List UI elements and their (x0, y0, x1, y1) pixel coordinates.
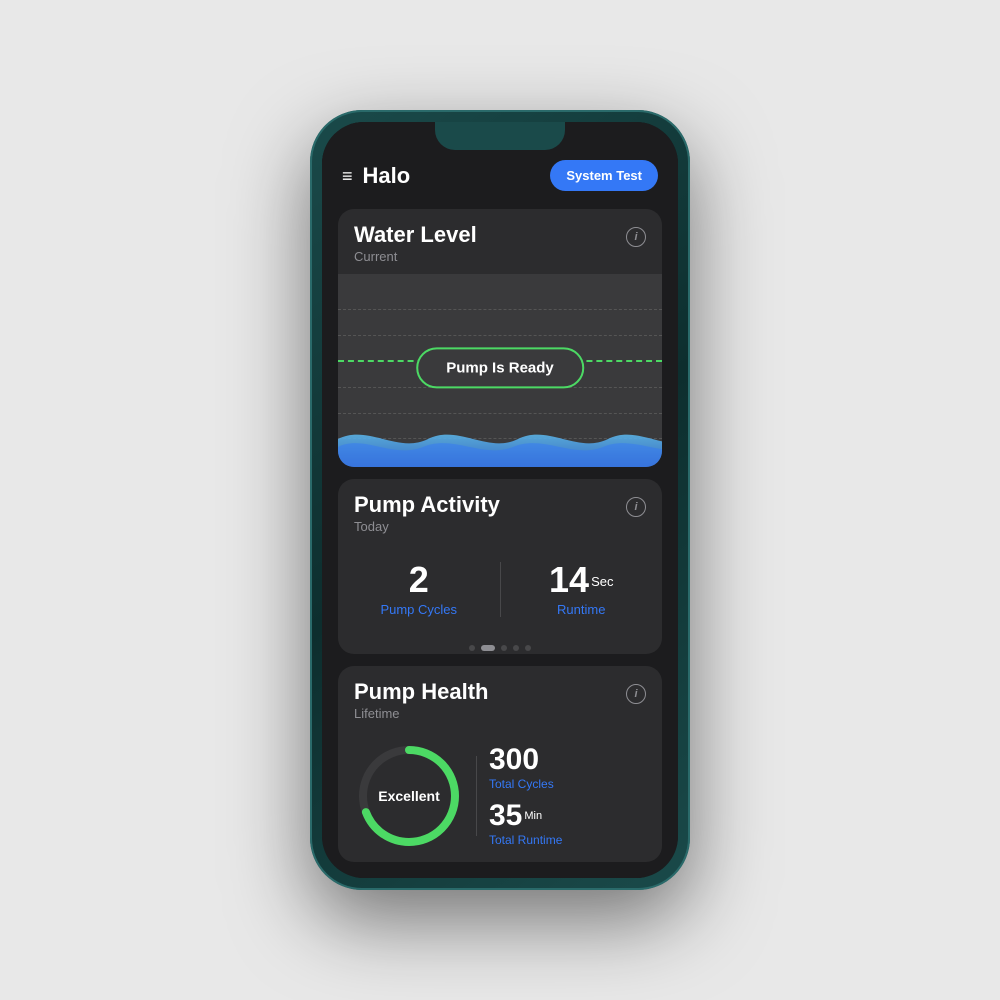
app-title: Halo (363, 163, 411, 189)
pump-activity-title: Pump Activity (354, 493, 500, 517)
dot-2-active (481, 645, 495, 651)
pump-health-content: Excellent 300 Total Cycles (338, 731, 662, 862)
pump-cycles-stat: 2 Pump Cycles (338, 554, 500, 625)
pump-cycles-label: Pump Cycles (380, 602, 457, 617)
dot-4 (513, 645, 519, 651)
dot-5 (525, 645, 531, 651)
system-test-button[interactable]: System Test (550, 160, 658, 191)
runtime-label: Runtime (557, 602, 605, 617)
total-runtime-unit: Min (524, 810, 542, 822)
pump-health-title-group: Pump Health Lifetime (354, 680, 488, 721)
total-runtime-value-row: 35Min (489, 801, 646, 831)
menu-icon[interactable]: ≡ (342, 167, 353, 185)
notch (435, 122, 565, 150)
water-level-title: Water Level (354, 223, 477, 247)
runtime-value-row: 14Sec (549, 562, 613, 598)
pump-activity-title-group: Pump Activity Today (354, 493, 500, 534)
water-level-info-icon[interactable]: i (626, 227, 646, 247)
health-divider (476, 756, 477, 836)
water-level-card: Water Level Current i (338, 209, 662, 467)
pump-activity-subtitle: Today (354, 519, 500, 534)
pump-activity-card: Pump Activity Today i 2 Pump Cycles (338, 479, 662, 654)
header-left: ≡ Halo (342, 163, 410, 189)
pump-health-title: Pump Health (354, 680, 488, 704)
dashed-line-1 (338, 309, 662, 310)
runtime-stat: 14Sec Runtime (501, 554, 663, 625)
total-runtime-stat: 35Min Total Runtime (489, 801, 646, 847)
phone-screen: ≡ Halo System Test Water Level Current i (322, 122, 678, 878)
total-cycles-value: 300 (489, 743, 539, 776)
runtime-unit: Sec (591, 574, 613, 589)
health-circle-container: Excellent (354, 741, 464, 851)
pump-health-subtitle: Lifetime (354, 706, 488, 721)
pump-health-card-header: Pump Health Lifetime i (338, 666, 662, 731)
water-wave (338, 419, 662, 467)
total-cycles-stat: 300 Total Cycles (489, 745, 646, 791)
pump-activity-card-header: Pump Activity Today i (338, 479, 662, 544)
health-stats: 300 Total Cycles 35Min Total Runtime (489, 745, 646, 847)
water-level-visual: Pump Is Ready (338, 274, 662, 467)
pagination-dots (338, 641, 662, 654)
water-level-card-header: Water Level Current i (338, 209, 662, 274)
dot-1 (469, 645, 475, 651)
dashed-line-4 (338, 413, 662, 414)
phone-frame: ≡ Halo System Test Water Level Current i (310, 110, 690, 890)
total-runtime-value: 35 (489, 799, 522, 832)
total-cycles-label: Total Cycles (489, 777, 646, 791)
screen: ≡ Halo System Test Water Level Current i (322, 122, 678, 878)
pump-activity-info-icon[interactable]: i (626, 497, 646, 517)
pump-cycles-value: 2 (409, 562, 429, 598)
runtime-value: 14 (549, 559, 589, 600)
total-cycles-value-row: 300 (489, 745, 646, 775)
water-level-title-group: Water Level Current (354, 223, 477, 264)
health-circle-label: Excellent (378, 788, 439, 804)
scroll-area: Water Level Current i (322, 201, 678, 878)
pump-health-card: Pump Health Lifetime i (338, 666, 662, 862)
dashed-line-2 (338, 335, 662, 336)
pump-ready-button[interactable]: Pump Is Ready (416, 348, 584, 389)
total-runtime-label: Total Runtime (489, 833, 646, 847)
pump-activity-stats: 2 Pump Cycles 14Sec Runtime (338, 544, 662, 641)
pump-health-info-icon[interactable]: i (626, 684, 646, 704)
dot-3 (501, 645, 507, 651)
water-level-subtitle: Current (354, 249, 477, 264)
